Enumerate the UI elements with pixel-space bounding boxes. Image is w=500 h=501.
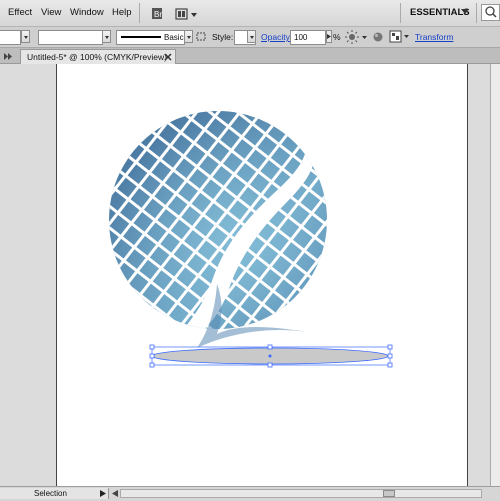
menu-window[interactable]: Window: [70, 7, 104, 18]
opacity-unit: %: [333, 32, 341, 42]
document-tab-title: Untitled-5* @ 100% (CMYK/Preview): [27, 52, 167, 62]
opacity-value: 100: [294, 33, 308, 42]
arrange-documents-icon: [175, 8, 197, 20]
selector-button[interactable]: [195, 30, 207, 43]
recolor-button[interactable]: [343, 29, 371, 45]
menu-effect[interactable]: Effect: [8, 7, 32, 18]
arrange-documents-button[interactable]: [171, 4, 201, 24]
globe-icon: [373, 32, 383, 42]
bridge-button[interactable]: Br: [147, 4, 167, 24]
menu-bar: Effect View Window Help Br ESSENTIALS: [0, 0, 500, 27]
current-tool-label: Selection: [34, 489, 67, 498]
scroll-left-icon[interactable]: [112, 490, 118, 497]
vertical-scrollbar[interactable]: [490, 64, 500, 486]
handle-top-left[interactable]: [149, 344, 155, 350]
search-icon: [485, 6, 497, 18]
scroll-thumb[interactable]: [383, 490, 395, 497]
menu-view[interactable]: View: [41, 7, 61, 18]
recolor-icon: [345, 30, 367, 44]
opacity-slider-button[interactable]: [326, 30, 332, 43]
close-icon[interactable]: [164, 53, 172, 61]
handle-bottom-center[interactable]: [267, 362, 273, 368]
horizontal-scrollbar[interactable]: [120, 489, 482, 498]
status-bar: Selection: [0, 486, 500, 501]
document-tab[interactable]: Untitled-5* @ 100% (CMYK/Preview): [20, 49, 176, 64]
panel-collapse-icon[interactable]: [4, 53, 12, 60]
handle-middle-right[interactable]: [387, 353, 393, 359]
triangle-right-icon: [327, 34, 331, 39]
handle-middle-left[interactable]: [149, 353, 155, 359]
opacity-link[interactable]: Opacity:: [261, 32, 292, 42]
handle-bottom-left[interactable]: [149, 362, 155, 368]
transform-link[interactable]: Transform: [415, 32, 453, 42]
svg-text:Br: Br: [154, 10, 162, 19]
artwork-canvas[interactable]: [57, 64, 469, 486]
control-bar: Basic Style: Opacity: 100 % Transform: [0, 27, 500, 48]
artboard[interactable]: [56, 64, 468, 486]
global-edit-button[interactable]: [372, 30, 384, 43]
opacity-input[interactable]: 100: [290, 30, 326, 45]
menu-divider: [139, 3, 140, 23]
stroke-profile-dropdown[interactable]: [184, 30, 193, 43]
search-box[interactable]: [481, 4, 500, 21]
stroke-profile-label: Basic: [164, 33, 184, 42]
stroke-weight-dropdown[interactable]: [102, 30, 111, 43]
stroke-profile-field[interactable]: Basic: [116, 30, 185, 45]
align-button[interactable]: [389, 30, 411, 44]
style-label: Style:: [212, 32, 234, 42]
tool-status[interactable]: Selection: [0, 488, 109, 499]
fill-dropdown[interactable]: [21, 30, 30, 43]
stroke-line: [121, 36, 161, 38]
sphere-logo[interactable]: [97, 104, 347, 354]
handle-bottom-right[interactable]: [387, 362, 393, 368]
triangle-right-icon[interactable]: [100, 490, 106, 497]
chevron-down-icon[interactable]: [461, 9, 469, 15]
fill-color-field[interactable]: [0, 30, 21, 45]
stroke-weight-field[interactable]: [38, 30, 103, 45]
handle-top-center[interactable]: [267, 344, 273, 350]
align-icon: [389, 30, 409, 43]
style-dropdown[interactable]: [247, 30, 256, 43]
menu-help[interactable]: Help: [112, 7, 132, 18]
selector-icon: [196, 32, 206, 41]
bridge-icon: Br: [152, 8, 162, 19]
handle-top-right[interactable]: [387, 344, 393, 350]
center-point: [268, 354, 272, 358]
